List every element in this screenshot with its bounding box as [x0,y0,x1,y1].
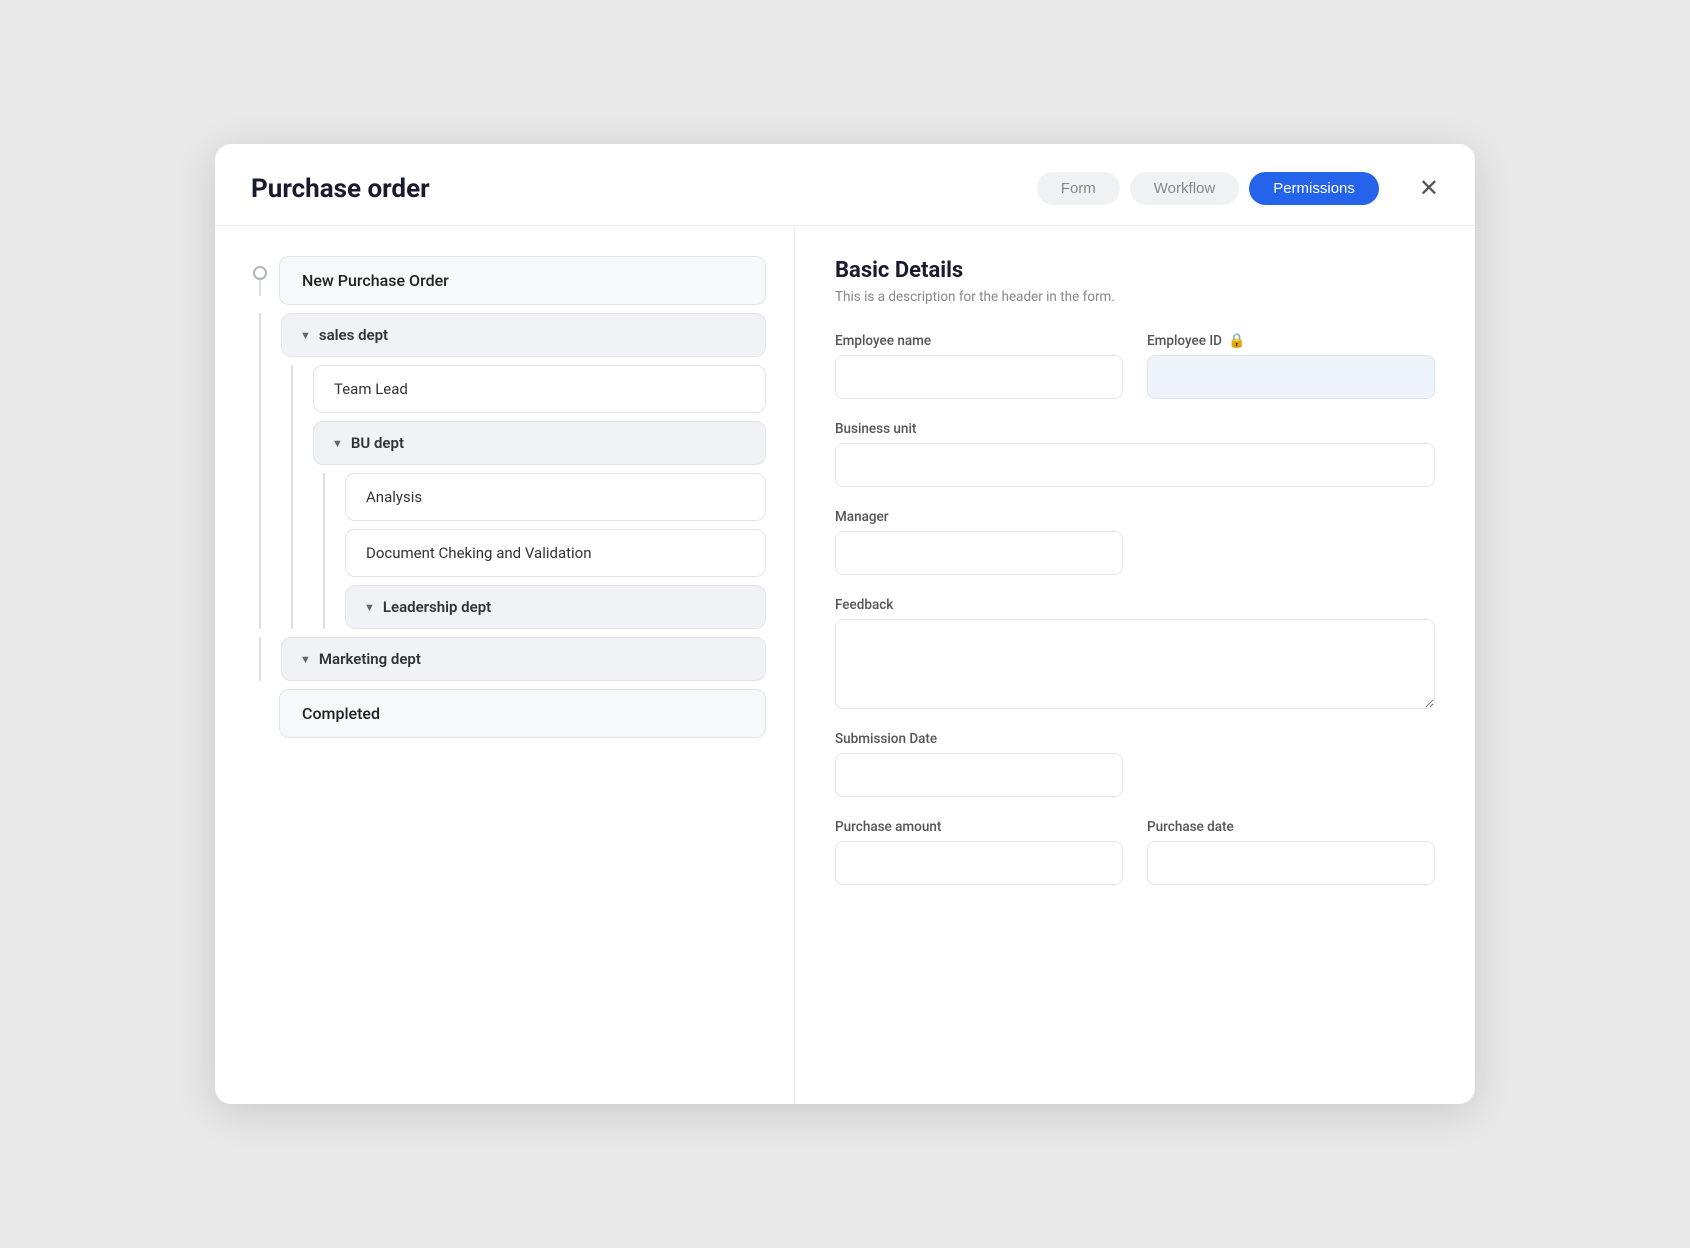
doc-checking-node[interactable]: Document Cheking and Validation [345,529,766,577]
new-purchase-order-node[interactable]: New Purchase Order [279,256,766,305]
employee-id-label: Employee ID 🔒 [1147,333,1435,349]
tab-permissions[interactable]: Permissions [1249,172,1379,205]
right-panel: Basic Details This is a description for … [795,226,1475,1104]
form-field-employee-id: Employee ID 🔒 [1147,333,1435,399]
modal: Purchase order Form Workflow Permissions… [215,144,1475,1104]
form-row-manager: Manager [835,509,1435,575]
form-field-purchase-date: Purchase date [1147,819,1435,885]
marketing-vline [259,637,261,681]
form-row-business-unit: Business unit [835,421,1435,487]
marketing-dept-arrow: ▼ [300,653,311,666]
business-unit-label: Business unit [835,421,1435,437]
feedback-label: Feedback [835,597,1435,613]
submission-date-input[interactable] [835,753,1123,797]
bu-dept-arrow: ▼ [332,437,343,450]
tab-form[interactable]: Form [1037,172,1120,205]
bu-children-vline [323,473,325,629]
employee-name-input[interactable] [835,355,1123,399]
employee-name-label: Employee name [835,333,1123,349]
manager-input[interactable] [835,531,1123,575]
employee-id-input [1147,355,1435,399]
sales-dept-vline [259,313,261,629]
form-row-feedback: Feedback [835,597,1435,709]
form-row-purchase: Purchase amount Purchase date [835,819,1435,885]
root-vline [259,280,261,296]
form-section-title: Basic Details [835,258,1435,283]
form-section-desc: This is a description for the header in … [835,289,1435,305]
sales-dept-arrow: ▼ [300,329,311,342]
form-field-purchase-amount: Purchase amount [835,819,1123,885]
completed-node[interactable]: Completed [279,689,766,738]
leadership-dept-node[interactable]: ▼ Leadership dept [345,585,766,629]
modal-header: Purchase order Form Workflow Permissions… [215,144,1475,226]
purchase-date-input[interactable] [1147,841,1435,885]
left-panel: New Purchase Order ▼ sales dept Team [215,226,795,1104]
sales-children-vline [291,365,293,629]
purchase-date-label: Purchase date [1147,819,1435,835]
manager-label: Manager [835,509,1123,525]
form-row-submission-date: Submission Date [835,731,1435,797]
sales-dept-node[interactable]: ▼ sales dept [281,313,766,357]
marketing-dept-node[interactable]: ▼ Marketing dept [281,637,766,681]
form-field-business-unit: Business unit [835,421,1435,487]
root-circle [253,266,267,280]
analysis-node[interactable]: Analysis [345,473,766,521]
purchase-amount-label: Purchase amount [835,819,1123,835]
submission-date-label: Submission Date [835,731,1123,747]
leadership-dept-arrow: ▼ [364,601,375,614]
business-unit-input[interactable] [835,443,1435,487]
form-field-feedback: Feedback [835,597,1435,709]
tab-workflow[interactable]: Workflow [1130,172,1239,205]
form-row-employee: Employee name Employee ID 🔒 [835,333,1435,399]
form-field-manager: Manager [835,509,1123,575]
form-field-employee-name: Employee name [835,333,1123,399]
bu-dept-node[interactable]: ▼ BU dept [313,421,766,465]
lock-icon: 🔒 [1228,333,1245,349]
modal-body: New Purchase Order ▼ sales dept Team [215,226,1475,1104]
feedback-input[interactable] [835,619,1435,709]
tabs: Form Workflow Permissions [1037,172,1379,205]
close-button[interactable]: ✕ [1419,177,1439,201]
purchase-amount-input[interactable] [835,841,1123,885]
team-lead-node[interactable]: Team Lead [313,365,766,413]
modal-title: Purchase order [251,174,1017,204]
form-field-submission-date: Submission Date [835,731,1123,797]
